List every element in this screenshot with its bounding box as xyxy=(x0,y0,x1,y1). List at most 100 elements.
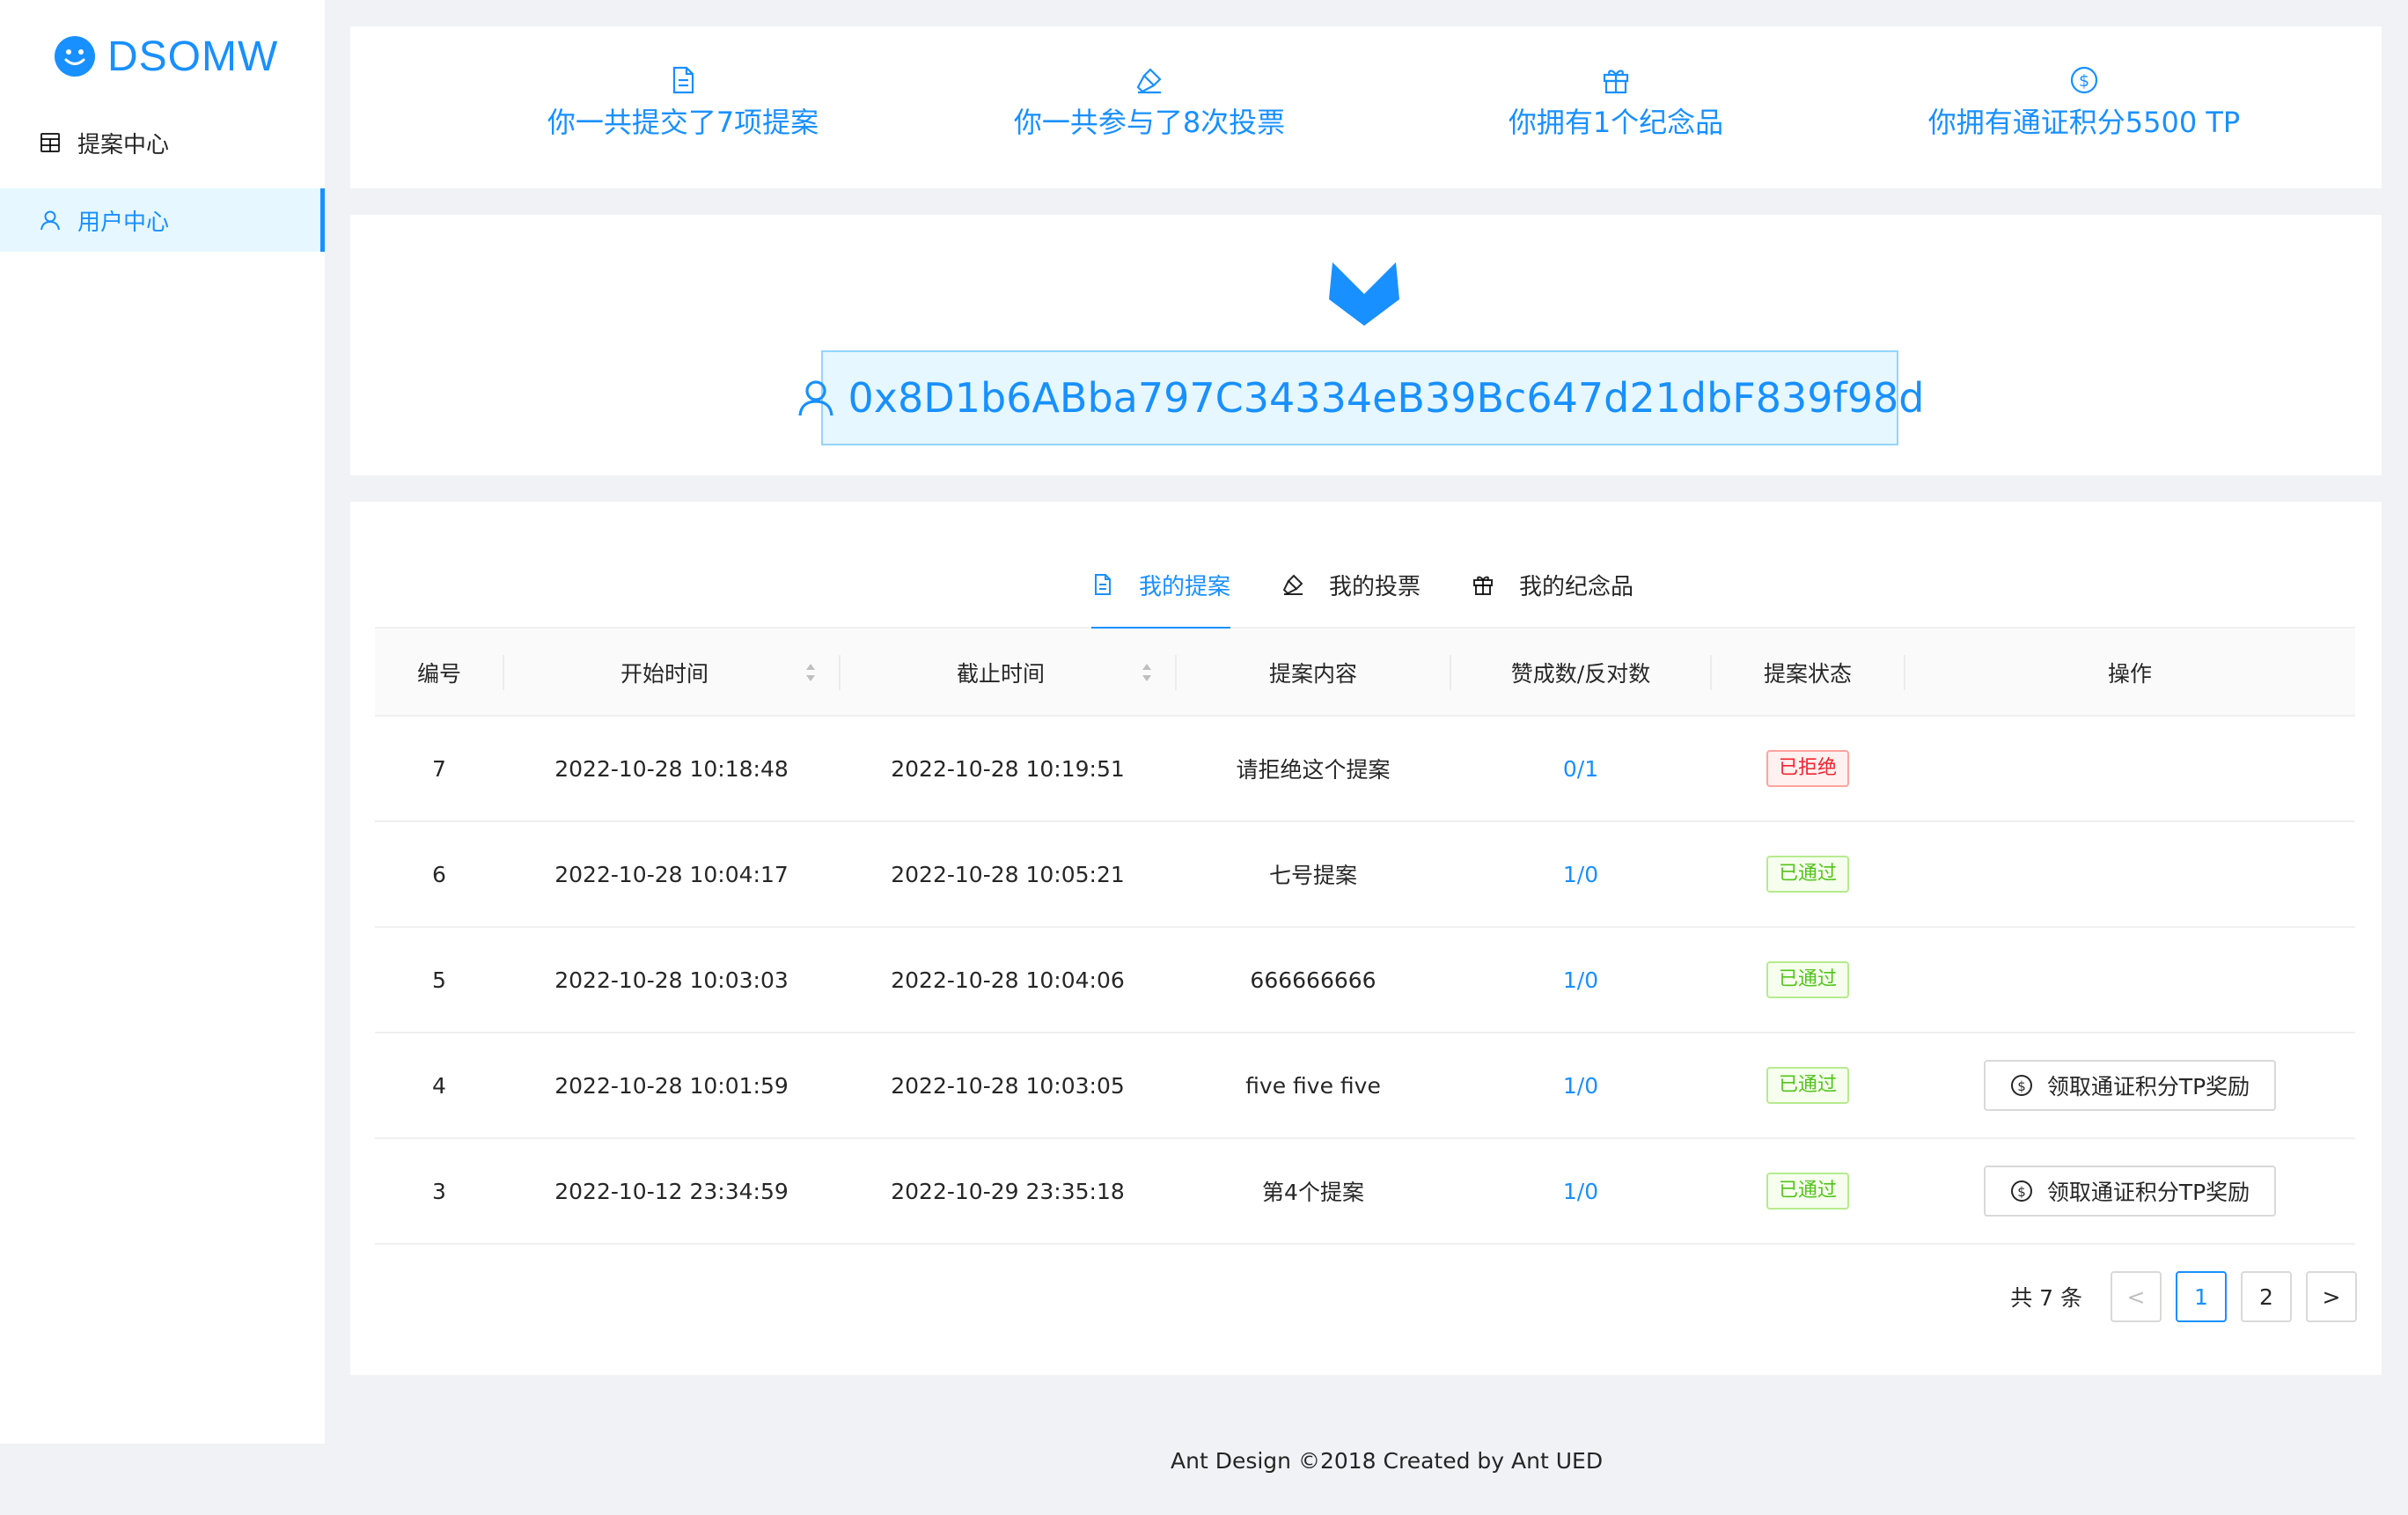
user-icon xyxy=(39,209,62,232)
status-badge: 已通过 xyxy=(1766,1173,1849,1210)
hammer-icon xyxy=(1281,573,1304,596)
svg-text:$: $ xyxy=(2017,1078,2026,1094)
column-header-label: 截止时间 xyxy=(956,661,1045,687)
tab-label: 我的投票 xyxy=(1329,573,1421,600)
pagination-total: 共 7 条 xyxy=(2010,1285,2082,1311)
sidebar-item-proposals[interactable]: 提案中心 xyxy=(0,111,325,174)
stat-proposals: 你一共提交了7项提案 xyxy=(525,65,841,141)
cell-actions: $ 领取通证积分TP奖励 xyxy=(1905,1139,2355,1243)
cell-id: 5 xyxy=(432,967,446,993)
tab-bar: 我的提案 我的投票 我的纪念品 xyxy=(375,541,2355,630)
cell-actions xyxy=(1905,928,2355,1032)
cell-end-time: 2022-10-28 10:04:06 xyxy=(891,967,1125,993)
claim-reward-button[interactable]: $ 领取通证积分TP奖励 xyxy=(1983,1060,2277,1111)
sort-icon[interactable] xyxy=(804,662,817,683)
sidebar-item-label: 提案中心 xyxy=(77,131,170,158)
gift-icon xyxy=(1472,573,1494,596)
dollar-icon: $ xyxy=(2069,65,2099,95)
stat-souvenirs: 你拥有1个纪念品 xyxy=(1466,65,1766,141)
footer-text: Ant Design ©2018 Created by Ant UED xyxy=(1171,1448,1604,1474)
status-badge: 已通过 xyxy=(1766,961,1849,998)
cell-votes[interactable]: 1/0 xyxy=(1450,1033,1711,1137)
cell-status: 已拒绝 xyxy=(1711,717,1905,820)
stat-votes: 你一共参与了8次投票 xyxy=(991,65,1308,141)
user-icon xyxy=(796,378,836,418)
cell-actions: $ 领取通证积分TP奖励 xyxy=(1905,1033,2355,1137)
hammer-icon xyxy=(1134,65,1164,95)
cell-votes[interactable]: 1/0 xyxy=(1450,928,1711,1032)
column-header-start-time[interactable]: 开始时间 xyxy=(503,629,840,717)
cell-votes[interactable]: 1/0 xyxy=(1450,1139,1711,1243)
stat-proposals-text: 你一共提交了7项提案 xyxy=(547,106,819,139)
claim-reward-button[interactable]: $ 领取通证积分TP奖励 xyxy=(1983,1166,2277,1217)
table-row: 3 2022-10-12 23:34:59 2022-10-29 23:35:1… xyxy=(375,1139,2355,1245)
dollar-icon: $ xyxy=(2010,1180,2033,1202)
cell-id: 7 xyxy=(432,755,446,782)
tab-my-votes[interactable]: 我的投票 xyxy=(1281,541,1421,629)
cell-end-time: 2022-10-28 10:19:51 xyxy=(891,755,1125,782)
column-header-end-time[interactable]: 截止时间 xyxy=(840,629,1176,717)
sidebar-item-user-center[interactable]: 用户中心 xyxy=(0,188,325,252)
cell-id: 3 xyxy=(432,1178,446,1204)
column-header-label: 开始时间 xyxy=(620,661,708,687)
cell-votes[interactable]: 0/1 xyxy=(1450,717,1711,820)
cell-start-time: 2022-10-28 10:04:17 xyxy=(554,861,789,887)
status-badge: 已通过 xyxy=(1766,856,1849,893)
column-header-status: 提案状态 xyxy=(1763,661,1852,687)
stats-card: 你一共提交了7项提案 你一共参与了8次投票 你拥有1个纪念品 $ 你拥有通证积分… xyxy=(350,26,2382,188)
tab-label: 我的提案 xyxy=(1139,573,1231,600)
cell-end-time: 2022-10-29 23:35:18 xyxy=(891,1178,1125,1204)
column-header-content: 提案内容 xyxy=(1268,661,1357,687)
smile-icon xyxy=(55,36,95,77)
tab-my-souvenirs[interactable]: 我的纪念品 xyxy=(1472,541,1633,629)
cell-start-time: 2022-10-12 23:34:59 xyxy=(554,1178,789,1204)
sort-icon[interactable] xyxy=(1141,662,1153,683)
pagination-next-button[interactable]: > xyxy=(2306,1271,2357,1322)
file-text-icon xyxy=(668,65,698,95)
logo-text: DSOMW xyxy=(107,33,279,80)
cell-votes[interactable]: 1/0 xyxy=(1450,822,1711,926)
file-text-icon xyxy=(1091,573,1114,596)
table-row: 5 2022-10-28 10:03:03 2022-10-28 10:04:0… xyxy=(375,928,2355,1033)
cell-id: 4 xyxy=(432,1072,446,1099)
wallet-address[interactable]: 0x8D1b6ABba797C34334eB39Bc647d21dbF839f9… xyxy=(797,350,1924,445)
sidebar-item-label: 用户中心 xyxy=(77,209,170,236)
tab-my-proposals[interactable]: 我的提案 xyxy=(1091,541,1231,630)
cell-end-time: 2022-10-28 10:03:05 xyxy=(891,1072,1125,1099)
table-row: 7 2022-10-28 10:18:48 2022-10-28 10:19:5… xyxy=(375,717,2355,822)
tab-label: 我的纪念品 xyxy=(1519,573,1634,600)
cell-content: 666666666 xyxy=(1250,967,1377,993)
logo[interactable]: DSOMW xyxy=(55,32,278,81)
cell-actions xyxy=(1905,822,2355,926)
stat-souvenirs-text: 你拥有1个纪念品 xyxy=(1508,106,1724,139)
cell-end-time: 2022-10-28 10:05:21 xyxy=(891,861,1125,887)
column-header-actions: 操作 xyxy=(2107,661,2152,687)
table-row: 6 2022-10-28 10:04:17 2022-10-28 10:05:2… xyxy=(375,822,2355,928)
sidebar: DSOMW 提案中心 用户中心 xyxy=(0,0,325,1444)
gift-icon xyxy=(1601,65,1631,95)
cell-content: 请拒绝这个提案 xyxy=(1236,757,1391,783)
table-icon xyxy=(39,131,62,154)
cell-id: 6 xyxy=(432,861,446,887)
table-header: 编号 开始时间 截止时间 提案内容 赞成数/反对数 提案状态 操作 xyxy=(375,629,2355,717)
stat-tokens-text: 你拥有通证积分5500 TP xyxy=(1927,106,2241,139)
claim-reward-label: 领取通证积分TP奖励 xyxy=(2046,1074,2250,1099)
cell-actions xyxy=(1905,717,2355,820)
cell-content: 七号提案 xyxy=(1268,863,1357,888)
cell-status: 已通过 xyxy=(1711,1139,1905,1243)
svg-text:$: $ xyxy=(2079,71,2089,91)
fox-logo-icon xyxy=(1327,261,1401,331)
cell-status: 已通过 xyxy=(1711,928,1905,1032)
pagination-page-2[interactable]: 2 xyxy=(2241,1271,2292,1322)
svg-text:$: $ xyxy=(2017,1184,2026,1200)
pagination-prev-button[interactable]: < xyxy=(2111,1271,2162,1322)
column-header-votes: 赞成数/反对数 xyxy=(1510,661,1651,687)
pagination-page-1[interactable]: 1 xyxy=(2176,1271,2227,1322)
pagination: 共 7 条 < 1 2 > xyxy=(2010,1271,2357,1322)
wallet-address-text: 0x8D1b6ABba797C34334eB39Bc647d21dbF839f9… xyxy=(848,374,1925,422)
table-row: 4 2022-10-28 10:01:59 2022-10-28 10:03:0… xyxy=(375,1033,2355,1139)
footer: Ant Design ©2018 Created by Ant UED xyxy=(0,1444,2408,1515)
cell-status: 已通过 xyxy=(1711,822,1905,926)
cell-start-time: 2022-10-28 10:03:03 xyxy=(554,967,789,993)
proposals-table: 编号 开始时间 截止时间 提案内容 赞成数/反对数 提案状态 操作 7 2022… xyxy=(375,629,2355,1245)
